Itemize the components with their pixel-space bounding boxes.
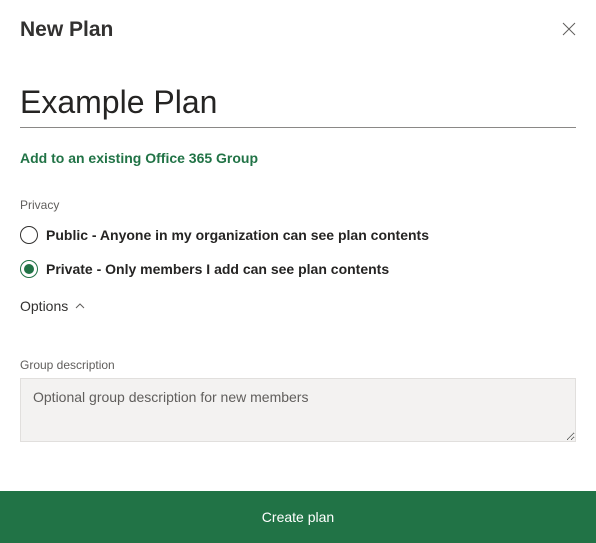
- privacy-option-public[interactable]: Public - Anyone in my organization can s…: [20, 226, 576, 244]
- radio-icon: [20, 260, 38, 278]
- panel-header: New Plan: [0, 0, 596, 42]
- plan-name-field-wrap: [20, 84, 576, 128]
- options-toggle[interactable]: Options: [20, 298, 86, 314]
- radio-icon: [20, 226, 38, 244]
- create-plan-button[interactable]: Create plan: [0, 491, 596, 543]
- add-existing-group-link[interactable]: Add to an existing Office 365 Group: [20, 150, 258, 166]
- group-description-textarea[interactable]: [20, 378, 576, 442]
- privacy-public-label: Public - Anyone in my organization can s…: [46, 227, 429, 243]
- privacy-option-private[interactable]: Private - Only members I add can see pla…: [20, 260, 576, 278]
- panel-footer: Create plan: [0, 491, 596, 543]
- panel-content: Add to an existing Office 365 Group Priv…: [0, 84, 596, 447]
- privacy-private-label: Private - Only members I add can see pla…: [46, 261, 389, 277]
- close-icon: [562, 22, 576, 36]
- new-plan-panel: New Plan Add to an existing Office 365 G…: [0, 0, 596, 543]
- privacy-radio-group: Public - Anyone in my organization can s…: [20, 226, 576, 278]
- close-button[interactable]: [558, 18, 580, 40]
- plan-name-input[interactable]: [20, 84, 576, 121]
- panel-title: New Plan: [20, 18, 113, 42]
- group-description-label: Group description: [20, 358, 576, 372]
- chevron-up-icon: [74, 300, 86, 312]
- options-toggle-label: Options: [20, 298, 68, 314]
- privacy-label: Privacy: [20, 198, 576, 212]
